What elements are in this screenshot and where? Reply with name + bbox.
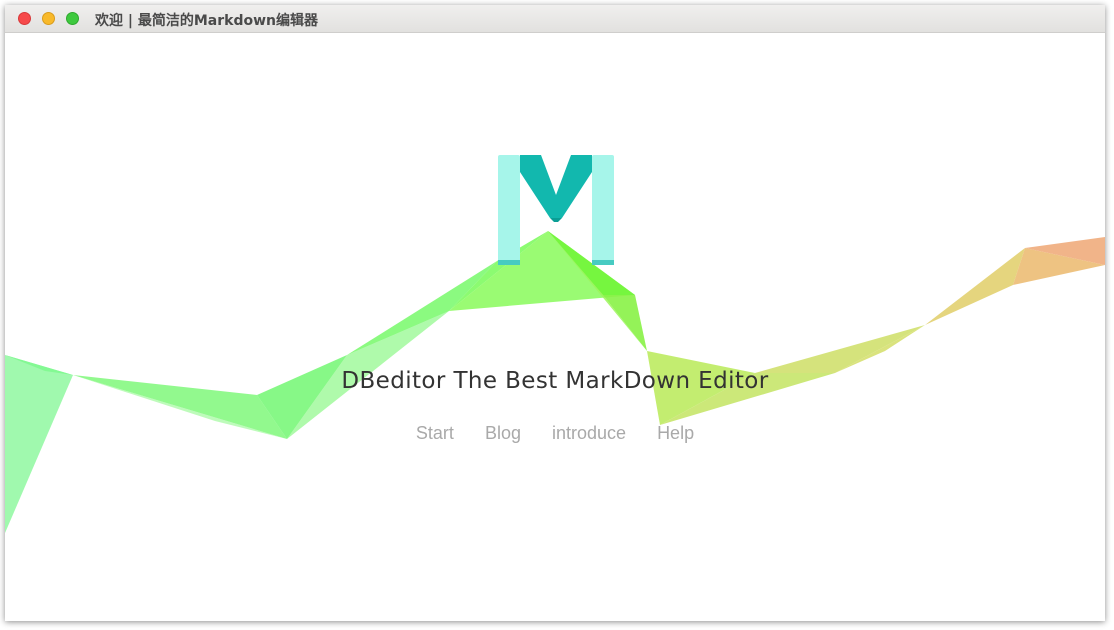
hero-headline: DBeditor The Best MarkDown Editor: [341, 368, 769, 394]
nav-link-introduce[interactable]: introduce: [552, 423, 626, 443]
nav-links: Start Blog introduce Help: [5, 423, 1105, 444]
window-title: 欢迎 | 最简洁的Markdown编辑器: [95, 13, 318, 29]
nav-link-help[interactable]: Help: [657, 423, 694, 443]
title-bar: 欢迎 | 最简洁的Markdown编辑器: [5, 5, 1105, 33]
nav-link-start[interactable]: Start: [416, 423, 454, 443]
welcome-page: DBeditor The Best MarkDown Editor Start …: [5, 33, 1105, 621]
ribbon-background: [5, 231, 1105, 533]
nav-link-blog[interactable]: Blog: [485, 423, 521, 443]
minimize-window-button[interactable]: [42, 12, 55, 25]
maximize-window-button[interactable]: [66, 12, 79, 25]
app-window: 欢迎 | 最简洁的Markdown编辑器 DBeditor The Best M…: [5, 5, 1105, 621]
close-window-button[interactable]: [18, 12, 31, 25]
markdown-logo-icon: [498, 155, 614, 265]
